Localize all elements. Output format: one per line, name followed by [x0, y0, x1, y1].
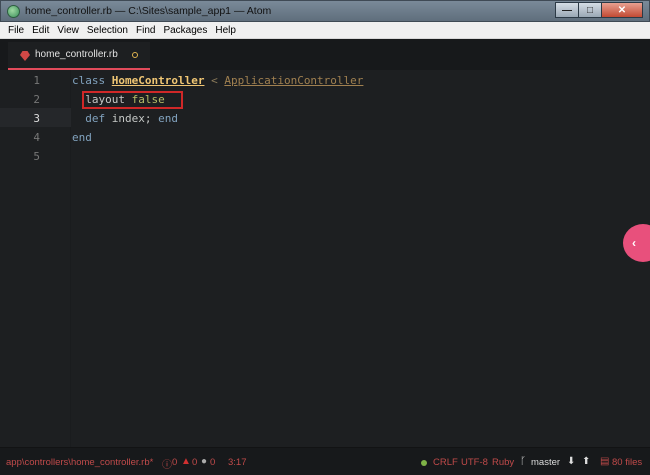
arrow-up-icon[interactable]: ⬆ [582, 456, 590, 467]
keyword: end [72, 131, 92, 144]
line-number: 4 [33, 131, 40, 144]
window-title-bar: home_controller.rb — C:\Sites\sample_app… [0, 0, 650, 22]
code-line[interactable]: def index; end [72, 109, 178, 128]
warning-icon[interactable]: ▲ [181, 456, 191, 467]
keyword: end [158, 112, 178, 125]
keyword: def [85, 112, 106, 125]
editor-pane[interactable]: 1 2 3 4 5 class HomeController < Applica… [0, 70, 650, 447]
method-name: index; [111, 112, 152, 125]
status-file-path[interactable]: app\controllers\home_controller.rb* [6, 457, 153, 468]
menu-file[interactable]: File [4, 22, 28, 38]
status-infos[interactable]: 0 [210, 457, 215, 468]
menu-selection[interactable]: Selection [83, 22, 132, 38]
status-grammar[interactable]: Ruby [492, 457, 514, 468]
tab-bar: home_controller.rb [0, 39, 650, 70]
class-name: HomeController [111, 74, 205, 87]
atom-app-icon [7, 5, 20, 18]
inherit-operator: < [211, 74, 218, 87]
status-line-ending[interactable]: CRLF [433, 457, 458, 468]
modified-indicator-icon[interactable] [132, 52, 138, 58]
git-branch-icon: ᚴ [520, 456, 526, 467]
chevron-left-icon[interactable]: ‹ [632, 236, 636, 250]
menu-packages[interactable]: Packages [159, 22, 211, 38]
menu-edit[interactable]: Edit [28, 22, 53, 38]
menu-bar: File Edit View Selection Find Packages H… [0, 22, 650, 39]
status-bar: app\controllers\home_controller.rb* ⓘ 0 … [0, 447, 650, 475]
minimize-button[interactable]: — [555, 2, 579, 18]
maximize-button[interactable]: □ [578, 2, 602, 18]
annotation-highlight-box [82, 91, 183, 109]
status-warnings[interactable]: 0 [192, 457, 197, 468]
ruby-file-icon [20, 51, 30, 61]
status-dot-icon [421, 460, 427, 466]
line-number: 1 [33, 74, 40, 87]
close-button[interactable]: ✕ [601, 2, 643, 18]
window-controls: — □ ✕ [555, 2, 643, 18]
error-icon[interactable]: ⓘ [162, 456, 172, 471]
menu-find[interactable]: Find [132, 22, 159, 38]
menu-help[interactable]: Help [211, 22, 240, 38]
code-line[interactable]: end [72, 128, 92, 147]
status-cursor-position[interactable]: 3:17 [228, 457, 247, 468]
status-git-branch[interactable]: master [531, 457, 560, 468]
menu-view[interactable]: View [53, 22, 83, 38]
code-line[interactable]: class HomeController < ApplicationContro… [72, 71, 363, 90]
window-title: home_controller.rb — C:\Sites\sample_app… [25, 5, 272, 17]
tab-home-controller[interactable]: home_controller.rb [8, 42, 150, 70]
line-number: 3 [33, 112, 40, 125]
superclass-name: ApplicationController [224, 74, 364, 87]
tab-title: home_controller.rb [35, 49, 118, 60]
info-icon[interactable]: ● [201, 456, 207, 467]
line-number: 2 [33, 93, 40, 106]
file-icon: ▤ [600, 456, 610, 467]
keyword: class [72, 74, 106, 87]
status-file-count[interactable]: 80 files [612, 457, 642, 468]
line-number-gutter: 1 2 3 4 5 [0, 70, 71, 447]
arrow-down-icon[interactable]: ⬇ [567, 456, 575, 467]
status-errors[interactable]: 0 [172, 457, 177, 468]
status-encoding[interactable]: UTF-8 [461, 457, 488, 468]
line-number: 5 [33, 150, 40, 163]
